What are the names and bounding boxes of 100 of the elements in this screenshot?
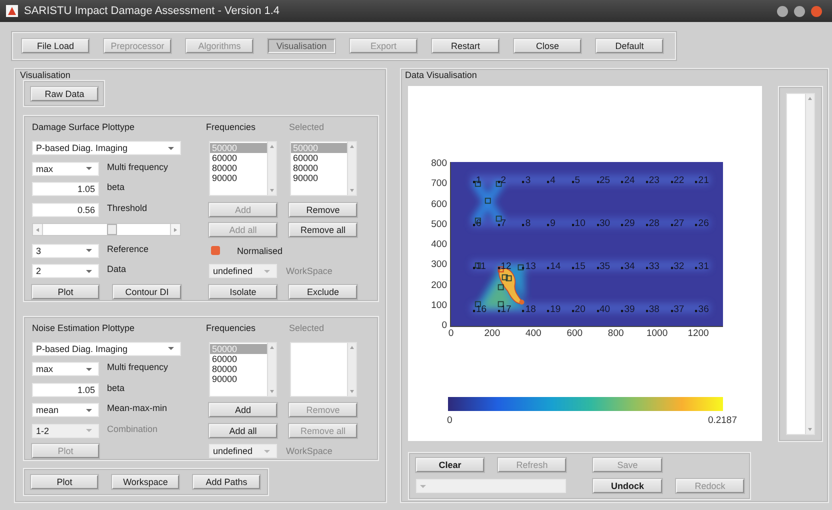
dropdown[interactable]: mean	[32, 403, 99, 417]
scroll-up-icon[interactable]	[350, 346, 354, 348]
scroll-up-icon[interactable]	[270, 346, 274, 348]
maximize-button[interactable]	[794, 6, 805, 16]
button[interactable]: Add all	[209, 424, 277, 438]
dropdown[interactable]: P-based Diag. Imaging	[32, 342, 181, 356]
close-button[interactable]	[811, 6, 822, 16]
button[interactable]: Add Paths	[193, 475, 260, 489]
scroll-up-icon[interactable]	[350, 145, 354, 148]
scroll-down-icon[interactable]	[350, 189, 354, 192]
square-marker	[518, 264, 524, 270]
list-item[interactable]: 80000	[210, 163, 267, 173]
input-field[interactable]: 1.05	[32, 382, 99, 396]
colorbar-label: 0.2187	[708, 415, 737, 426]
list-item[interactable]: 60000	[210, 153, 267, 163]
label: Selected	[289, 322, 326, 332]
scrollbar[interactable]	[805, 94, 814, 434]
minimize-button[interactable]	[777, 6, 788, 16]
slider-thumb[interactable]	[107, 224, 118, 235]
sensor-label: 2	[498, 176, 506, 186]
list-item[interactable]: 80000	[291, 163, 347, 173]
button[interactable]: Default	[596, 39, 663, 53]
input-field[interactable]: 0.56	[32, 202, 99, 216]
dropdown-value: max	[36, 364, 54, 374]
sensor-label: 40	[596, 304, 610, 314]
list-box[interactable]: 50000 60000 80000 90000	[290, 141, 357, 196]
sensor-label: 30	[596, 218, 610, 228]
tick-label: 1000	[646, 329, 668, 339]
tick-label: 400	[431, 240, 447, 250]
button[interactable]: Raw Data	[31, 86, 98, 100]
dropdown-value: max	[36, 164, 54, 174]
label: Selected	[289, 122, 326, 132]
caret-icon	[420, 484, 426, 488]
list-item[interactable]: 60000	[210, 354, 267, 364]
button[interactable]: Remove all	[289, 223, 357, 237]
button[interactable]: Plot	[31, 475, 98, 489]
label: WorkSpace	[285, 446, 332, 456]
button[interactable]: Undock	[593, 479, 662, 493]
scroll-down-icon[interactable]	[350, 390, 354, 392]
label: Frequencies	[206, 322, 257, 332]
label: beta	[106, 382, 125, 392]
button[interactable]: Contour DI	[113, 284, 181, 298]
dropdown[interactable]: P-based Diag. Imaging	[32, 141, 181, 155]
list-item[interactable]: 90000	[291, 173, 347, 183]
slider[interactable]	[32, 223, 181, 236]
scroll-down-icon[interactable]	[270, 390, 274, 392]
list-box[interactable]	[786, 93, 815, 435]
tick-label: 800	[431, 159, 447, 170]
sensor-label: 24	[621, 176, 635, 186]
app-icon[interactable]	[6, 5, 18, 17]
list-item[interactable]: 90000	[210, 173, 267, 183]
button[interactable]: Remove	[289, 202, 357, 216]
scrollbar[interactable]	[267, 342, 276, 396]
dropdown[interactable]: max	[32, 362, 99, 376]
button[interactable]: Workspace	[112, 475, 179, 489]
button[interactable]: Exclude	[289, 284, 357, 298]
dropdown[interactable]: 3	[32, 244, 99, 258]
sensor-label: 32	[670, 262, 684, 272]
tick-label: 300	[431, 260, 447, 270]
dropdown[interactable]: max	[32, 162, 99, 176]
list-box[interactable]: 50000 60000 80000 90000	[209, 141, 277, 196]
button[interactable]: Isolate	[209, 284, 277, 298]
button[interactable]: Add	[209, 403, 277, 417]
scrollbar[interactable]	[347, 142, 356, 195]
window-title: SARISTU Impact Damage Assessment - Version 1.4	[24, 5, 281, 17]
dropdown-value: 2	[36, 266, 42, 276]
square-marker	[496, 180, 502, 187]
button[interactable]: Clear	[416, 458, 484, 472]
list-box[interactable]	[290, 342, 357, 396]
heat-spot	[470, 177, 506, 226]
panel-title: Data Visualisation	[405, 70, 477, 80]
arrow-left-icon[interactable]	[36, 228, 39, 232]
dropdown-value: 1-2	[36, 426, 50, 436]
scrollbar[interactable]	[267, 142, 276, 195]
arrow-right-icon[interactable]	[174, 228, 177, 232]
label: Multi frequency	[106, 162, 168, 172]
list-box[interactable]: 50000 60000 80000 90000	[209, 342, 277, 396]
scroll-down-icon[interactable]	[270, 189, 274, 192]
button[interactable]: Plot	[32, 284, 99, 298]
scroll-down-icon[interactable]	[808, 428, 812, 431]
tick-label: 200	[484, 329, 500, 339]
scroll-up-icon[interactable]	[808, 97, 812, 100]
input-field[interactable]: 1.05	[32, 182, 99, 196]
button[interactable]: Close	[514, 39, 581, 53]
button[interactable]: Visualisation	[268, 39, 335, 53]
label: Frequencies	[206, 122, 257, 132]
list-item[interactable]: 80000	[210, 364, 267, 374]
list-item[interactable]: 60000	[291, 153, 347, 163]
sensor-label: 7	[498, 218, 506, 228]
button[interactable]: File Load	[22, 39, 89, 53]
sensor-label: 38	[646, 304, 660, 314]
panel-title: Visualisation	[20, 70, 70, 80]
scrollbar[interactable]	[347, 342, 356, 396]
list-item[interactable]: 90000	[210, 374, 267, 384]
tick-label: 500	[431, 220, 447, 230]
scroll-up-icon[interactable]	[270, 145, 274, 148]
dropdown[interactable]: 2	[32, 264, 99, 278]
sensor-label: 22	[670, 176, 684, 186]
button[interactable]: Restart	[432, 39, 499, 53]
sensor-label: 29	[621, 218, 635, 228]
